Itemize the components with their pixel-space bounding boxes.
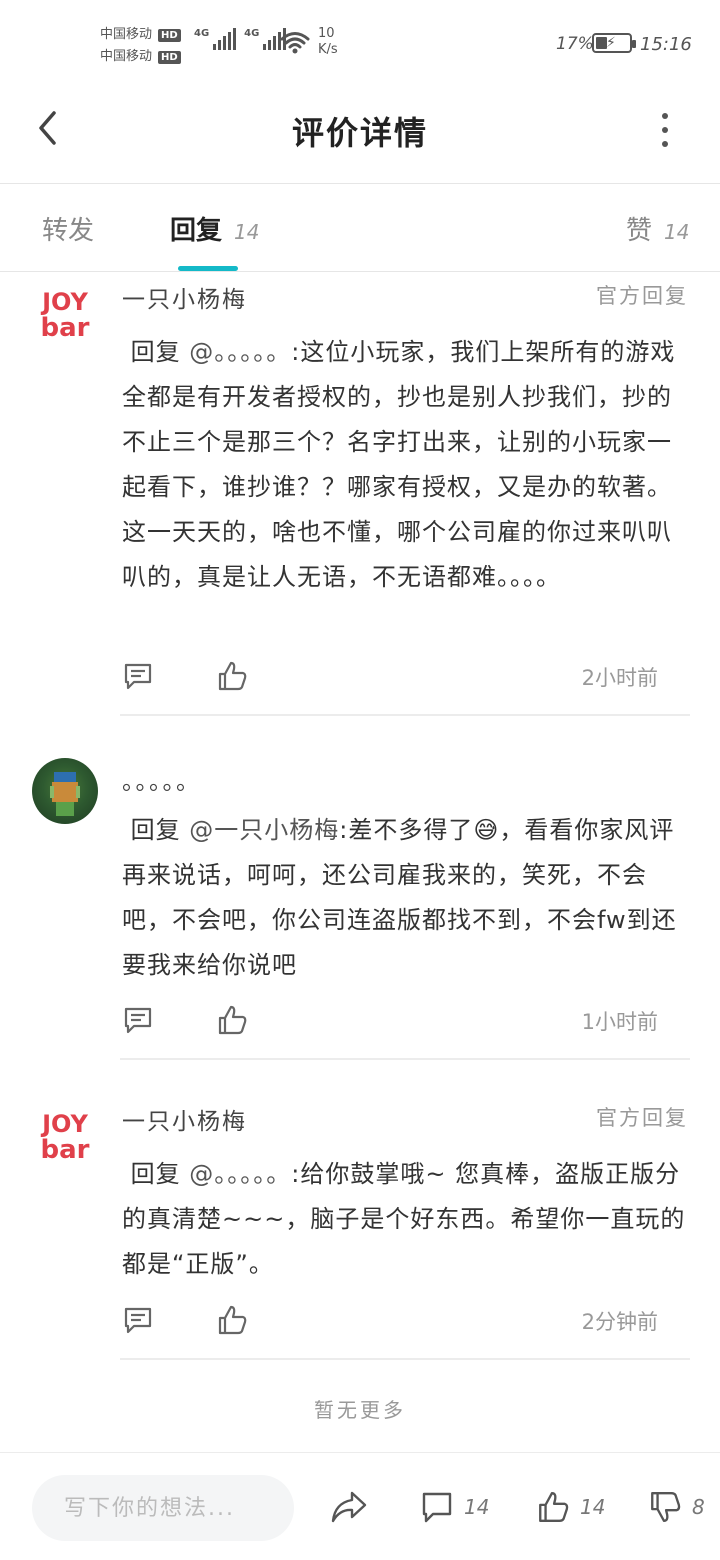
no-more-label: 暂无更多 — [314, 1398, 406, 1422]
tab-label: 转发 — [42, 216, 95, 246]
reply-text: 回复 @一只小杨梅:差不多得了😅，看看你家风评再来说话，呵呵，还公司雇我来的，笑… — [122, 808, 694, 988]
reply-actions: 1小时前 — [122, 1004, 690, 1044]
tab-label: 回复 — [170, 216, 223, 246]
avatar[interactable] — [32, 758, 98, 824]
tab-like[interactable]: 赞 14 — [626, 210, 689, 247]
wifi-icon — [280, 30, 310, 58]
reply-prefix: 回复 — [130, 1160, 181, 1188]
reply-body: :这位小玩家，我们上架所有的游戏全都是有开发者授权的，抄也是别人抄我们，抄的不止… — [122, 338, 676, 591]
status-bar: 中国移动 HD 中国移动 HD 4G 4G 10 K/s 17% ⚡ 15:16 — [0, 0, 720, 80]
speed-value: 10 — [318, 26, 335, 41]
like-button[interactable]: 14 — [536, 1487, 605, 1527]
divider — [120, 714, 690, 716]
bottom-action-bar: 14 14 8 — [0, 1452, 720, 1560]
reply-author[interactable]: 一只小杨梅 — [122, 280, 247, 314]
mention-link[interactable]: @。。。。。 — [189, 1160, 291, 1188]
network-type-label: 4G — [194, 28, 210, 39]
comment-icon[interactable] — [122, 1004, 154, 1036]
battery-percent: 17% — [556, 34, 594, 54]
divider — [120, 1058, 690, 1060]
more-vertical-icon — [662, 113, 668, 119]
tab-bar: 转发 回复 14 赞 14 — [0, 184, 720, 272]
divider — [120, 1358, 690, 1360]
carrier-info: 中国移动 HD 中国移动 HD — [100, 24, 181, 68]
svg-text:bar: bar — [41, 1135, 90, 1165]
avatar[interactable]: JOY bar — [32, 1102, 98, 1168]
comment-input[interactable] — [32, 1475, 294, 1541]
tab-count: 14 — [664, 220, 690, 244]
tab-label: 赞 — [626, 216, 653, 246]
avatar[interactable]: JOY bar — [32, 280, 98, 346]
reply-prefix: 回复 — [130, 816, 181, 844]
top-header: 评价详情 — [0, 80, 720, 184]
network-speed: 10 K/s — [318, 26, 338, 58]
thumbs-up-icon[interactable] — [216, 660, 248, 692]
comment-count-button[interactable]: 14 — [420, 1487, 489, 1527]
comment-icon[interactable] — [122, 1304, 154, 1336]
svg-text:JOY: JOY — [40, 1110, 88, 1138]
active-tab-indicator — [178, 266, 238, 271]
page-title: 评价详情 — [291, 114, 428, 152]
status-time: 15:16 — [640, 34, 692, 55]
reply-author[interactable]: 一只小杨梅 — [122, 1102, 247, 1136]
reply-time: 1小时前 — [581, 1010, 658, 1034]
share-button[interactable] — [330, 1487, 368, 1527]
reply-text: 回复 @。。。。。:给你鼓掌哦~ 您真棒，盗版正版分的真清楚~~~，脑子是个好东… — [122, 1152, 694, 1287]
hd-badge: HD — [158, 28, 181, 42]
comment-icon — [422, 1492, 452, 1523]
more-button[interactable] — [650, 110, 680, 150]
carrier-2-label: 中国移动 — [100, 49, 153, 64]
mention-link[interactable]: @一只小杨梅 — [189, 816, 339, 844]
svg-text:bar: bar — [41, 313, 90, 343]
comment-icon[interactable] — [122, 660, 154, 692]
thumbs-up-icon[interactable] — [216, 1304, 248, 1336]
hd-badge: HD — [158, 50, 181, 64]
reply-actions: 2分钟前 — [122, 1304, 690, 1344]
reply-prefix: 回复 — [130, 338, 181, 366]
dislike-count: 8 — [692, 1495, 705, 1519]
reply-actions: 2小时前 — [122, 660, 690, 700]
charging-icon: ⚡ — [606, 35, 616, 51]
tab-reply[interactable]: 回复 14 — [170, 210, 259, 247]
tab-count: 14 — [234, 220, 260, 244]
tab-forward[interactable]: 转发 — [42, 210, 94, 247]
joybar-logo-icon: JOY bar — [32, 1102, 98, 1168]
reply-text: 回复 @。。。。。:这位小玩家，我们上架所有的游戏全都是有开发者授权的，抄也是别… — [122, 330, 694, 600]
svg-text:JOY: JOY — [40, 288, 88, 316]
thumbs-up-icon[interactable] — [216, 1004, 248, 1036]
reply-time: 2分钟前 — [581, 1310, 658, 1334]
mention-link[interactable]: @。。。。。 — [189, 338, 291, 366]
carrier-1-label: 中国移动 — [100, 27, 153, 42]
like-count: 14 — [580, 1495, 606, 1519]
official-reply-badge: 官方回复 — [596, 1106, 688, 1130]
thumbs-up-icon — [539, 1492, 569, 1522]
comment-count: 14 — [464, 1495, 490, 1519]
comment-input-wrapper — [32, 1475, 294, 1541]
thumbs-down-icon — [651, 1492, 681, 1522]
signal-icon: 4G — [194, 28, 237, 50]
battery-icon: ⚡ — [592, 33, 636, 53]
share-icon — [331, 1491, 367, 1523]
user-avatar-icon — [50, 772, 80, 816]
cellular-signals: 4G 4G — [194, 28, 287, 50]
reply-time: 2小时前 — [581, 666, 658, 690]
dislike-button[interactable]: 8 — [648, 1487, 705, 1527]
reply-author[interactable]: 。。。。。 — [122, 762, 201, 796]
speed-unit: K/s — [318, 42, 338, 57]
network-type-label: 4G — [244, 28, 260, 39]
official-reply-badge: 官方回复 — [596, 284, 688, 308]
joybar-logo-icon: JOY bar — [32, 280, 98, 346]
